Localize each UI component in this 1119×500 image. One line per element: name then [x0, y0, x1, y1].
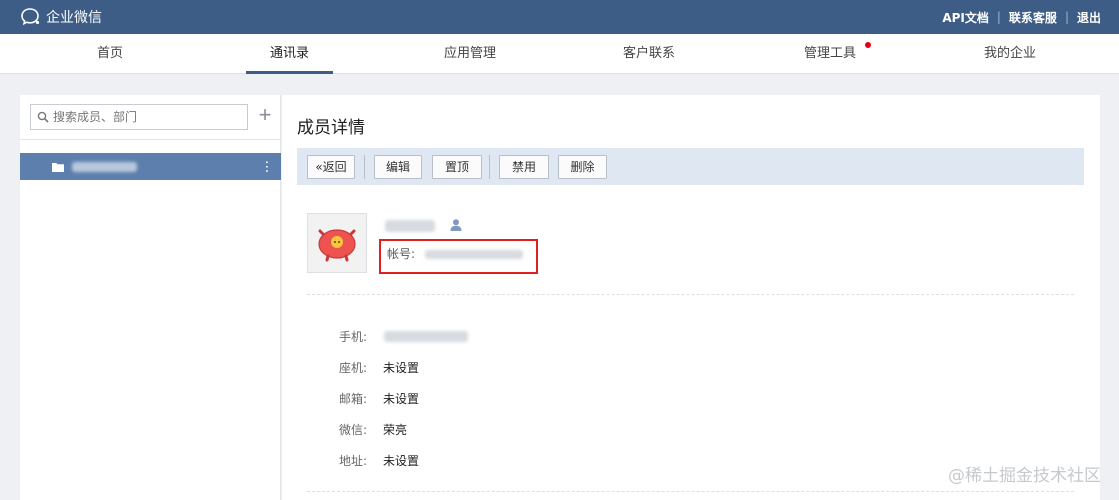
phone-value-redacted — [384, 331, 468, 342]
app-title: 企业微信 — [46, 10, 102, 26]
search-box[interactable] — [30, 104, 248, 130]
nav-app-management[interactable]: 应用管理 — [435, 34, 505, 74]
nav-home[interactable]: 首页 — [85, 34, 135, 74]
nav-my-company[interactable]: 我的企业 — [975, 34, 1045, 74]
api-docs-link[interactable]: API文档 — [942, 9, 989, 26]
avatar-pig-icon — [318, 229, 356, 262]
department-name-redacted — [72, 161, 137, 172]
landline-value: 未设置 — [383, 361, 420, 375]
notification-dot — [865, 42, 871, 48]
section-divider — [307, 294, 1074, 295]
action-toolbar: «返回 编辑 置顶 禁用 删除 — [297, 148, 1084, 185]
top-links: API文档 | 联系客服 | 退出 — [942, 9, 1119, 26]
app-logo[interactable]: 企业微信 — [0, 7, 102, 27]
link-divider: | — [996, 10, 1001, 24]
page-title: 成员详情 — [297, 118, 365, 138]
wecom-logo-icon — [21, 8, 40, 26]
contacts-sidebar: + ··· — [20, 95, 281, 500]
folder-icon — [52, 162, 64, 172]
email-value: 未设置 — [383, 392, 420, 406]
section-divider — [307, 491, 1074, 492]
delete-button[interactable]: 删除 — [558, 155, 607, 179]
phone-label: 手机: — [338, 330, 367, 344]
wechat-label: 微信: — [338, 423, 367, 437]
add-button[interactable]: + — [256, 104, 274, 128]
watermark-text: @稀土掘金技术社区 — [948, 466, 1101, 486]
member-name-redacted — [385, 220, 435, 232]
address-label: 地址: — [338, 454, 367, 468]
search-icon — [37, 111, 49, 123]
email-label: 邮箱: — [338, 392, 367, 406]
address-value: 未设置 — [383, 454, 420, 468]
account-label: 帐号: — [387, 247, 416, 261]
toolbar-divider — [364, 155, 365, 179]
department-row-selected[interactable]: ··· — [20, 153, 281, 180]
contact-support-link[interactable]: 联系客服 — [1009, 9, 1057, 26]
nav-management-tools-label: 管理工具 — [803, 46, 856, 61]
user-icon — [450, 219, 462, 231]
member-detail-panel: 成员详情 «返回 编辑 置顶 禁用 删除 帐号: 手机: 座机: 未设置 邮箱:… — [282, 95, 1100, 500]
more-options-icon[interactable]: ··· — [258, 160, 274, 173]
edit-button[interactable]: 编辑 — [374, 155, 422, 179]
watermark: @稀土掘金技术社区 — [948, 461, 1101, 486]
avatar — [307, 213, 367, 273]
nav-customer-contact[interactable]: 客户联系 — [614, 34, 684, 74]
nav-contacts[interactable]: 通讯录 — [246, 34, 333, 74]
logout-link[interactable]: 退出 — [1077, 9, 1101, 26]
link-divider: | — [1064, 10, 1069, 24]
nav-management-tools[interactable]: 管理工具 — [795, 34, 871, 74]
toolbar-divider — [489, 155, 490, 179]
wechat-value: 荣亮 — [383, 423, 408, 437]
pin-button[interactable]: 置顶 — [432, 155, 482, 179]
main-nav: 首页 通讯录 应用管理 客户联系 管理工具 我的企业 — [0, 34, 1119, 74]
top-bar: 企业微信 API文档 | 联系客服 | 退出 — [0, 0, 1119, 34]
search-input[interactable] — [53, 110, 233, 124]
sidebar-divider — [20, 139, 281, 140]
back-button[interactable]: «返回 — [307, 155, 355, 179]
disable-button[interactable]: 禁用 — [499, 155, 549, 179]
account-value-redacted — [425, 250, 523, 259]
landline-label: 座机: — [338, 361, 367, 375]
